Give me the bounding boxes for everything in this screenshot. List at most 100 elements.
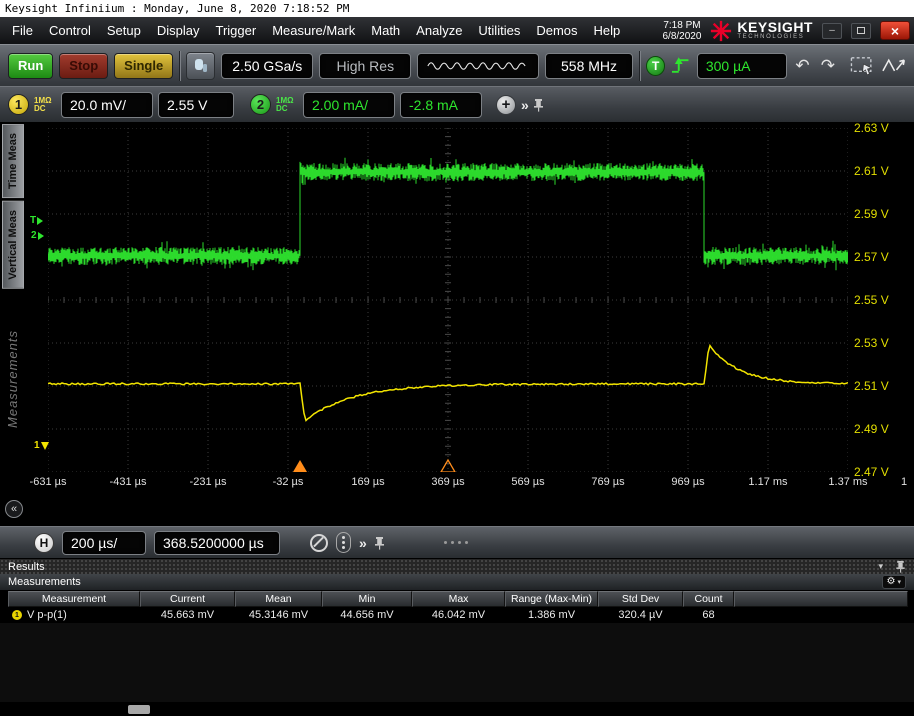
infiniium-window: Keysight Infiniium : Monday, June 8, 202… — [0, 0, 914, 716]
acquisition-options-button[interactable] — [336, 532, 351, 553]
bandwidth-display[interactable]: 558 MHz — [545, 52, 634, 79]
horizontal-button[interactable]: H — [34, 532, 54, 553]
column-header-min[interactable]: Min — [322, 591, 412, 607]
panel-resize-grip[interactable] — [444, 541, 468, 544]
left-tab-time-meas[interactable]: Time Meas — [2, 124, 24, 199]
y-axis-label: 2.53 V — [854, 336, 889, 350]
touch-button[interactable] — [186, 51, 216, 80]
pin-icon[interactable] — [533, 98, 544, 112]
timebase-scale-value: 200 µs/ — [71, 534, 118, 551]
menu-item-demos[interactable]: Demos — [528, 23, 585, 38]
close-button[interactable]: × — [880, 21, 910, 40]
graticule-svg[interactable] — [48, 128, 848, 472]
measurements-tab[interactable]: Measurements — [8, 576, 81, 588]
channel-2-ground-marker[interactable]: 2 — [31, 230, 44, 241]
title-text: Keysight Infiniium : Monday, June 8, 202… — [5, 2, 350, 15]
column-header-count[interactable]: Count — [683, 591, 734, 607]
menu-item-measure-mark[interactable]: Measure/Mark — [264, 23, 363, 38]
brand-sub: TECHNOLOGIES — [737, 34, 805, 40]
results-header-right: ▾ — [878, 560, 906, 573]
measurements-settings-button[interactable]: ⚙ ▾ — [881, 575, 906, 589]
scope-area: Time Meas Vertical Meas Measurements « 2.… — [0, 121, 914, 526]
menu-item-help[interactable]: Help — [586, 23, 629, 38]
pointer-box-icon[interactable] — [850, 56, 875, 76]
channel-1-offset-marker[interactable]: 1 — [34, 440, 49, 451]
redo-button[interactable]: ↷ — [818, 56, 837, 76]
timebase-scale-display[interactable]: 200 µs/ — [62, 530, 146, 555]
trigger-source-button[interactable]: T — [645, 55, 666, 76]
results-table-row[interactable]: 1 V p-p(1) 45.663 mV 45.3146 mV 44.656 mV 4… — [8, 607, 908, 623]
y-axis-label: 2.59 V — [854, 207, 889, 221]
results-pin-icon[interactable] — [895, 560, 906, 573]
menu-item-setup[interactable]: Setup — [99, 23, 149, 38]
measurement-value-cell: 68 — [702, 609, 715, 621]
timebase-position-display[interactable]: 368.5200000 µs — [154, 530, 280, 555]
restore-button[interactable] — [851, 22, 871, 39]
menu-item-display[interactable]: Display — [149, 23, 208, 38]
undo-button[interactable]: ↶ — [793, 56, 812, 76]
measurement-value-cell: 45.3146 mV — [248, 609, 309, 621]
channel-1-offset: 2.55 V — [167, 96, 208, 113]
trigger-edge-icon[interactable] — [671, 56, 690, 76]
zoom-icon[interactable] — [310, 533, 328, 552]
menu-item-trigger[interactable]: Trigger — [207, 23, 264, 38]
minimize-button[interactable]: – — [822, 22, 842, 39]
results-dropdown-icon[interactable]: ▾ — [878, 561, 883, 572]
acq-mode-display[interactable]: High Res — [319, 52, 412, 79]
clock-date: 6/8/2020 — [662, 30, 702, 42]
keysight-spark-icon — [711, 20, 732, 41]
x-axis-label: -231 µs — [189, 476, 227, 488]
column-header-range-max-min[interactable]: Range (Max-Min) — [505, 591, 598, 607]
menu-item-analyze[interactable]: Analyze — [408, 23, 470, 38]
timebase-chevrons[interactable]: » — [359, 535, 367, 551]
x-axis-label: -431 µs — [109, 476, 147, 488]
column-header-std-dev[interactable]: Std Dev — [598, 591, 683, 607]
channel-2-scale-display[interactable]: 2.00 mA/ — [303, 91, 395, 118]
menu-item-math[interactable]: Math — [363, 23, 408, 38]
trigger-marker-label: T — [30, 215, 37, 226]
column-header-measurement[interactable]: Measurement — [8, 591, 140, 607]
bandwidth-shape-display[interactable] — [417, 52, 540, 79]
measurement-name: V p-p(1) — [27, 609, 67, 621]
menu-item-file[interactable]: File — [4, 23, 41, 38]
trigger-level-display[interactable]: 300 µA — [696, 52, 787, 79]
brand-name: KEYSIGHT — [737, 19, 813, 35]
channel-2-button[interactable]: 2 — [250, 94, 271, 115]
channel-1-coupling: 1MΩ DC — [34, 96, 56, 113]
left-tab-vertical-meas[interactable]: Vertical Meas — [2, 201, 24, 289]
channel-1-button[interactable]: 1 — [8, 94, 29, 115]
stop-button[interactable]: Stop — [59, 52, 109, 79]
add-channel-button[interactable]: + — [496, 94, 516, 115]
column-header-mean[interactable]: Mean — [235, 591, 322, 607]
clipped-x-label: 1 — [901, 476, 908, 488]
arrow-down-icon — [40, 441, 49, 450]
menu-item-utilities[interactable]: Utilities — [470, 23, 528, 38]
measurement-value-cell: 44.656 mV — [340, 609, 394, 621]
trigger-level-marker[interactable]: T — [30, 215, 44, 226]
channel-2-number: 2 — [256, 97, 265, 112]
menu-items: File Control Setup Display Trigger Measure/Ma… — [4, 23, 628, 38]
sample-rate-display[interactable]: 2.50 GSa/s — [221, 52, 314, 79]
x-axis-label: 569 µs — [511, 476, 545, 488]
single-button[interactable]: Single — [114, 52, 174, 79]
channel-1-scale-display[interactable]: 20.0 mV/ — [61, 91, 153, 118]
menu-item-control[interactable]: Control — [41, 23, 99, 38]
bandwidth-value: 558 MHz — [561, 57, 618, 74]
channel-expand-chevrons[interactable]: » — [521, 97, 529, 113]
collapse-panel-button[interactable]: « — [5, 500, 23, 518]
column-header-max[interactable]: Max — [412, 591, 505, 607]
autoscale-icon[interactable] — [881, 56, 906, 76]
measurement-value-cell: 320.4 µV — [618, 609, 663, 621]
taskbar-fragment — [128, 705, 150, 714]
channel-2-offset: -2.8 mA — [409, 96, 459, 113]
left-tabs: Time Meas Vertical Meas — [2, 124, 24, 289]
timebase-bar: H 200 µs/ 368.5200000 µs » — [0, 526, 914, 558]
measurement-value-cell: 45.663 mV — [160, 609, 215, 621]
run-button[interactable]: Run — [8, 52, 54, 79]
column-header-current[interactable]: Current — [140, 591, 235, 607]
pin-icon[interactable] — [374, 536, 385, 550]
channel-2-offset-display[interactable]: -2.8 mA — [400, 91, 482, 118]
x-axis-label: 1.37 ms — [828, 476, 868, 488]
x-axis-labels: -631 µs -431 µs -231 µs -32 µs 169 µs 369 µs 5… — [30, 476, 868, 490]
channel-1-offset-display[interactable]: 2.55 V — [158, 91, 234, 118]
